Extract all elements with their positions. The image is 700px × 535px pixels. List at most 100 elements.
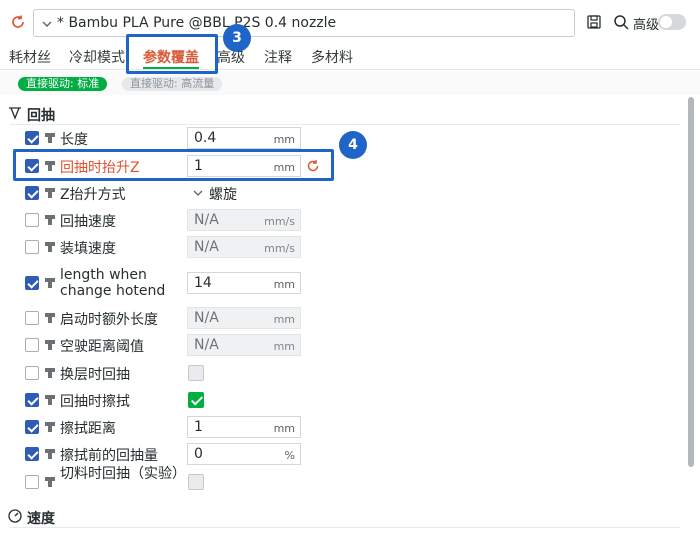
- field-unit: %: [284, 449, 295, 462]
- field-value: N/A: [194, 337, 219, 353]
- override-checkbox[interactable]: [25, 240, 39, 254]
- setting-label: length when change hotend: [60, 267, 166, 299]
- lock-icon: [45, 422, 55, 432]
- section-title: 回抽: [27, 108, 55, 124]
- extra-length-input: N/A mm: [187, 307, 301, 329]
- setting-label: 擦拭前的回抽量: [60, 448, 158, 464]
- advanced-label: 高级: [633, 18, 660, 33]
- setting-row-travel-distance-threshold: 空驶距离阈值 N/A mm: [0, 334, 684, 356]
- override-checkbox[interactable]: [25, 447, 39, 461]
- setting-row-extra-length-on-restart: 启动时额外长度 N/A mm: [0, 307, 684, 329]
- z-hop-type-select[interactable]: 螺旋: [187, 182, 301, 204]
- setting-label: 启动时额外长度: [60, 312, 158, 328]
- retract-before-wipe-input[interactable]: 0 %: [187, 443, 301, 465]
- preset-bar: * Bambu PLA Pure @BBL P2S 0.4 nozzle 高级: [0, 0, 700, 44]
- setting-row-z-hop-type: Z抬升方式 螺旋: [0, 182, 684, 204]
- divider: [10, 124, 680, 125]
- scrollbar-thumb[interactable]: [688, 97, 694, 467]
- lock-icon: [45, 340, 55, 350]
- field-value: N/A: [194, 212, 219, 228]
- setting-label: 擦拭距离: [60, 421, 116, 437]
- retract-on-layer-change-checkbox: [188, 365, 204, 381]
- field-value: 14: [194, 275, 212, 291]
- chevron-down-icon: [42, 21, 52, 27]
- field-unit: mm/s: [264, 215, 295, 228]
- lock-icon: [45, 278, 55, 288]
- override-checkbox[interactable]: [25, 366, 39, 380]
- tab-cooling[interactable]: 冷却模式: [69, 47, 125, 67]
- save-icon[interactable]: [586, 14, 602, 30]
- retract-when-cutting-checkbox: [188, 474, 204, 490]
- preset-select[interactable]: * Bambu PLA Pure @BBL P2S 0.4 nozzle: [33, 9, 575, 37]
- field-unit: mm: [273, 422, 295, 435]
- override-checkbox[interactable]: [25, 131, 39, 145]
- setting-label: 空驶距离阈值: [60, 339, 144, 355]
- lock-icon: [45, 215, 55, 225]
- length-input[interactable]: 0.4 mm: [187, 127, 301, 149]
- setting-row-retraction-speed: 回抽速度 N/A mm/s: [0, 209, 684, 231]
- section-speed: 速度: [0, 505, 684, 529]
- field-value: 0.4: [194, 130, 217, 146]
- field-value: N/A: [194, 310, 219, 326]
- field-value: N/A: [194, 239, 219, 255]
- setting-label: 长度: [60, 132, 88, 148]
- speedometer-icon: [8, 509, 22, 523]
- section-retraction: 回抽: [0, 102, 684, 126]
- lock-icon: [45, 242, 55, 252]
- tab-multimaterial[interactable]: 多材料: [311, 47, 353, 67]
- field-unit: mm: [273, 278, 295, 291]
- override-checkbox[interactable]: [25, 475, 39, 489]
- override-checkbox[interactable]: [25, 276, 39, 290]
- preset-name: * Bambu PLA Pure @BBL P2S 0.4 nozzle: [57, 15, 337, 31]
- step-badge-tab: 3: [223, 24, 251, 52]
- extruder-variant-bar: 直接驱动: 标准 直接驱动: 高流量: [0, 71, 700, 95]
- wipe-on-retract-checkbox[interactable]: [188, 392, 204, 408]
- field-unit: mm: [273, 340, 295, 353]
- chevron-down-icon: [193, 190, 203, 196]
- override-checkbox[interactable]: [25, 186, 39, 200]
- deretraction-speed-input: N/A mm/s: [187, 236, 301, 258]
- setting-row-retract-when-cutting: 切料时回抽（实验）: [0, 466, 684, 500]
- toggle-knob: [660, 16, 672, 28]
- setting-row-retract-on-layer-change: 换层时回抽: [0, 362, 684, 384]
- lock-icon: [45, 477, 55, 487]
- divider: [10, 527, 680, 528]
- setting-label: 换层时回抽: [60, 367, 130, 383]
- override-checkbox[interactable]: [25, 311, 39, 325]
- search-icon[interactable]: [613, 14, 629, 30]
- setting-row-wipe-on-retract: 回抽时擦拭: [0, 389, 684, 411]
- select-value: 螺旋: [209, 187, 237, 203]
- override-checkbox[interactable]: [25, 393, 39, 407]
- travel-threshold-input: N/A mm: [187, 334, 301, 356]
- lock-icon: [45, 449, 55, 459]
- setting-row-deretraction-speed: 装填速度 N/A mm/s: [0, 236, 684, 258]
- field-value: 1: [194, 419, 203, 435]
- hotend-change-length-input[interactable]: 14 mm: [187, 272, 301, 294]
- tab-filament[interactable]: 耗材丝: [9, 47, 51, 67]
- extruder-pill-standard[interactable]: 直接驱动: 标准: [18, 77, 108, 91]
- lock-icon: [45, 395, 55, 405]
- step-badge-row: 4: [339, 131, 367, 159]
- section-title: 速度: [27, 511, 55, 527]
- setting-label: 回抽时擦拭: [60, 394, 130, 410]
- override-checkbox[interactable]: [25, 213, 39, 227]
- setting-label: 切料时回抽（实验）: [60, 466, 186, 482]
- retraction-speed-input: N/A mm/s: [187, 209, 301, 231]
- tab-notes[interactable]: 注释: [264, 47, 292, 67]
- reset-icon[interactable]: [10, 14, 26, 30]
- setting-label: 装填速度: [60, 241, 116, 257]
- lock-icon: [45, 133, 55, 143]
- extruder-pill-highflow[interactable]: 直接驱动: 高流量: [122, 77, 223, 91]
- advanced-toggle[interactable]: [658, 14, 686, 30]
- setting-row-hotend-change-length: length when change hotend 14 mm: [0, 266, 684, 300]
- wipe-distance-input[interactable]: 1 mm: [187, 416, 301, 438]
- lock-icon: [45, 368, 55, 378]
- lock-icon: [45, 188, 55, 198]
- override-checkbox[interactable]: [25, 338, 39, 352]
- override-checkbox[interactable]: [25, 420, 39, 434]
- setting-row-retract-before-wipe: 擦拭前的回抽量 0 %: [0, 443, 684, 465]
- setting-label: 回抽速度: [60, 214, 116, 230]
- lock-icon: [45, 313, 55, 323]
- retraction-icon: [9, 107, 21, 120]
- highlight-box-tab: [126, 34, 218, 74]
